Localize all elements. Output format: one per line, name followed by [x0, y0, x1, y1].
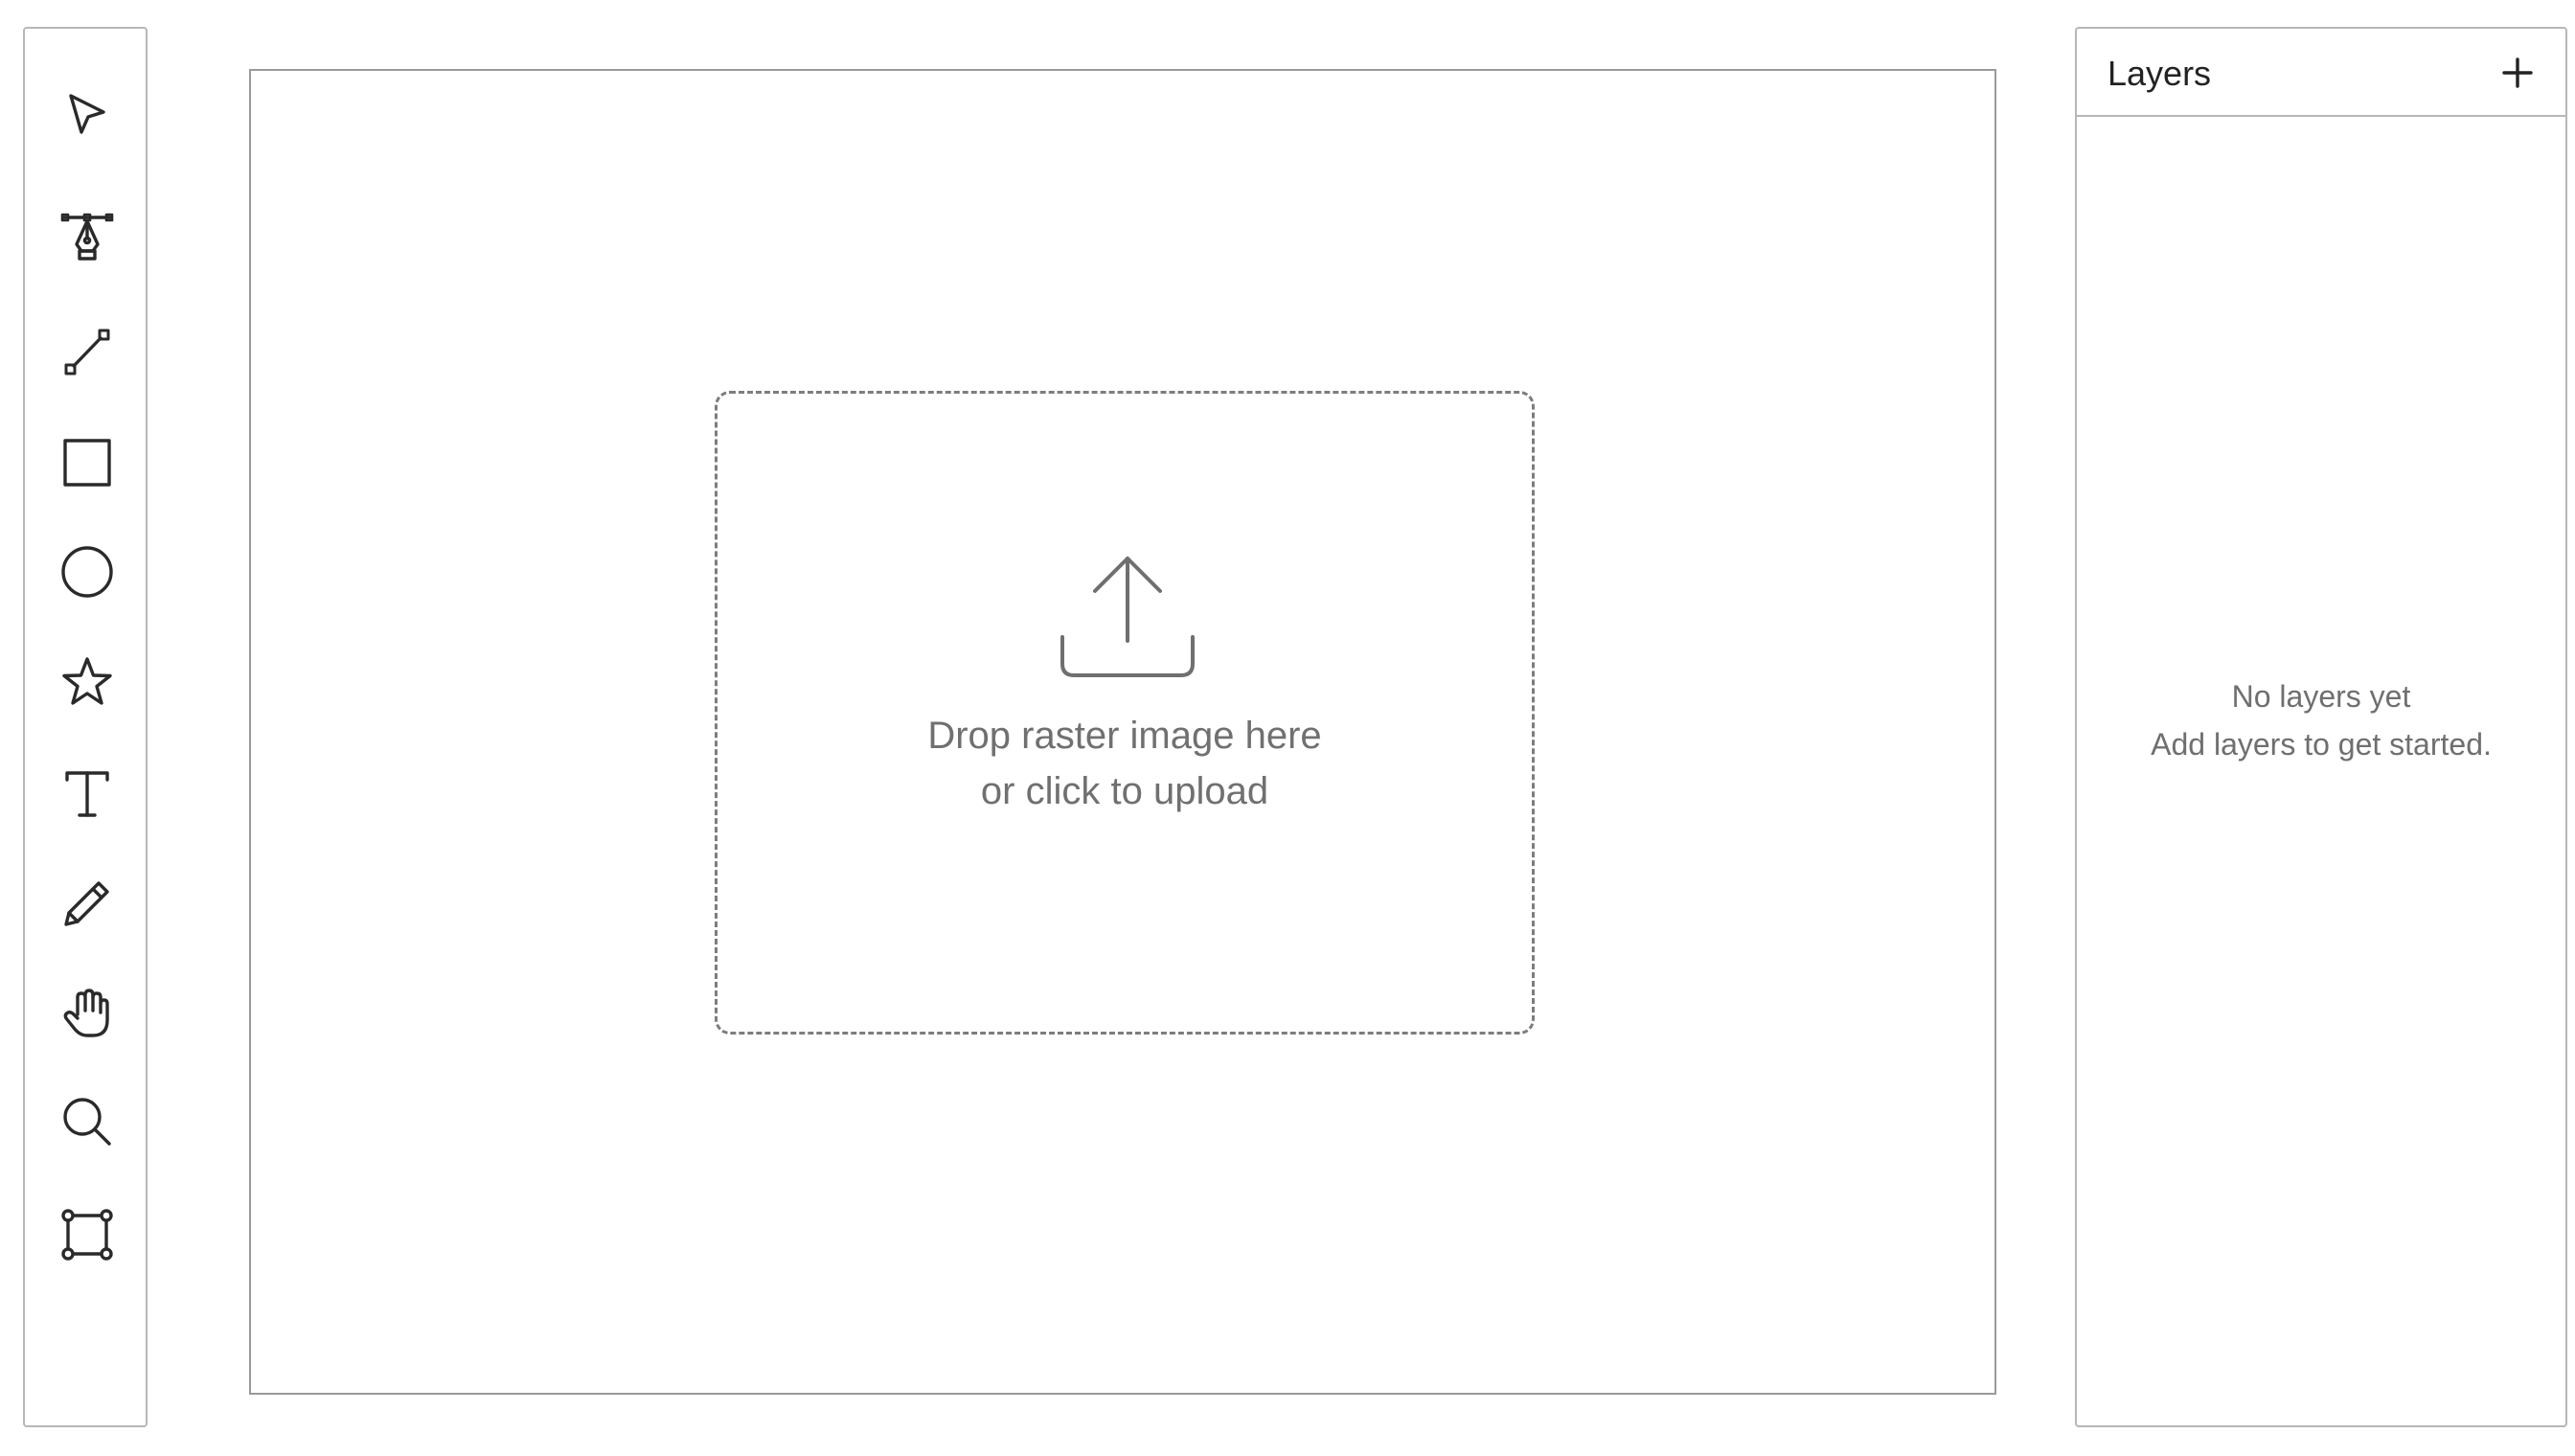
- tool-select[interactable]: [46, 75, 128, 157]
- add-layer-button[interactable]: [2495, 50, 2541, 96]
- circle-icon: [61, 546, 113, 598]
- tool-hand[interactable]: [46, 971, 128, 1054]
- layers-panel: Layers No layers yet Add layers to get s…: [2075, 27, 2567, 1427]
- dropzone-line-1: Drop raster image here: [927, 715, 1322, 757]
- layers-header: Layers: [2077, 29, 2565, 117]
- tool-star[interactable]: [46, 642, 128, 724]
- tool-ellipse[interactable]: [46, 531, 128, 613]
- hand-icon: [63, 989, 109, 1037]
- plus-icon: [2502, 57, 2533, 88]
- tool-text[interactable]: [46, 753, 128, 835]
- editor-app: Drop raster image here or click to uploa…: [0, 0, 2575, 1456]
- pen-tool-icon: [60, 213, 114, 261]
- tool-pen[interactable]: [46, 197, 128, 280]
- image-dropzone[interactable]: Drop raster image here or click to uploa…: [715, 391, 1535, 1035]
- tool-bar: [23, 27, 148, 1427]
- empty-state-title: No layers yet: [2231, 679, 2411, 714]
- tool-rectangle[interactable]: [46, 421, 128, 504]
- line-tool-icon: [64, 329, 110, 375]
- tool-line[interactable]: [46, 310, 128, 393]
- dropzone-instructions: Drop raster image here or click to uploa…: [718, 708, 1532, 819]
- magnifier-icon: [63, 1098, 111, 1146]
- layers-empty-state: No layers yet Add layers to get started.: [2077, 672, 2565, 768]
- layers-title: Layers: [2108, 54, 2212, 93]
- cursor-arrow-icon: [69, 94, 105, 134]
- rectangle-icon: [63, 439, 111, 487]
- dropzone-line-2: or click to upload: [980, 770, 1269, 812]
- tool-transform[interactable]: [46, 1194, 128, 1276]
- bounding-box-icon: [61, 1209, 113, 1261]
- text-icon: [65, 771, 109, 817]
- artboard-canvas[interactable]: Drop raster image here or click to uploa…: [249, 69, 1996, 1395]
- tool-zoom[interactable]: [46, 1081, 128, 1163]
- star-icon: [62, 657, 112, 705]
- pencil-icon: [64, 881, 109, 926]
- empty-state-subtitle: Add layers to get started.: [2151, 727, 2492, 762]
- tool-pencil[interactable]: [46, 862, 128, 944]
- upload-icon: [1057, 553, 1198, 683]
